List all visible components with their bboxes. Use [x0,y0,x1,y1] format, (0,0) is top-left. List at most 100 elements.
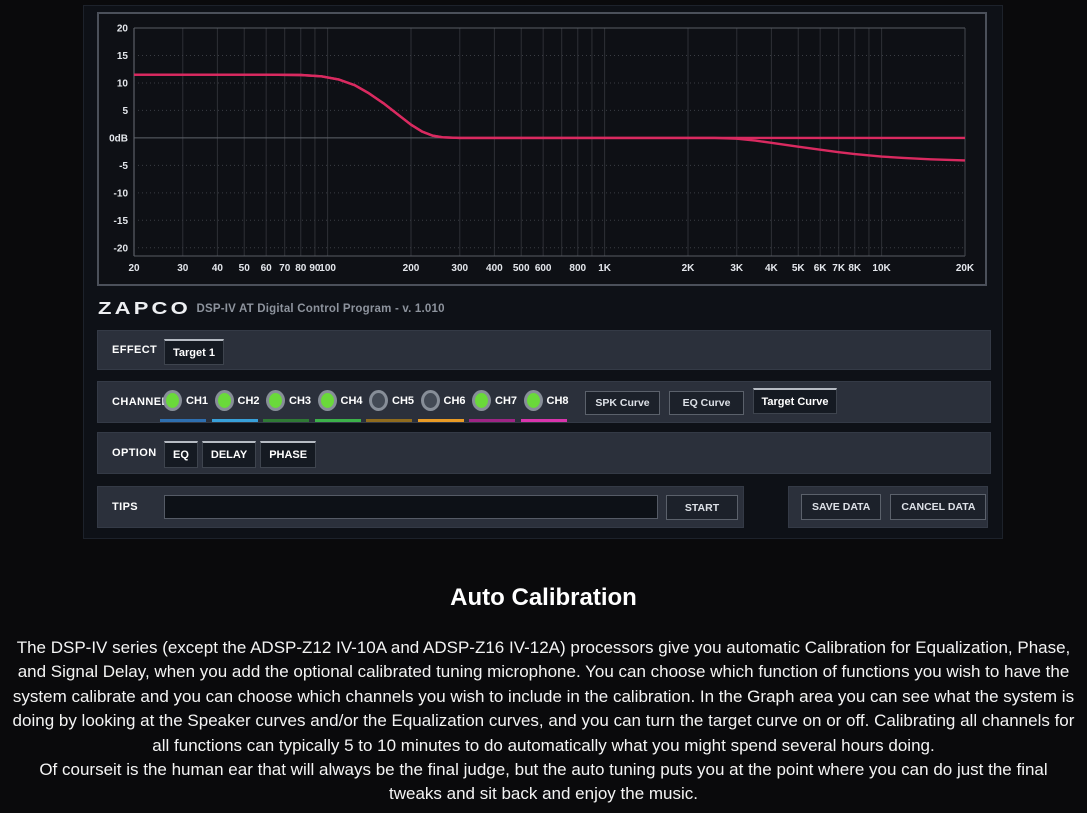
chart-svg: 20151050dB-5-10-15-202030405060708090100… [99,14,985,284]
svg-text:0dB: 0dB [109,133,128,144]
article-paragraph-2: Of courseit is the human ear that will a… [12,758,1075,807]
ch5-led-icon[interactable] [369,390,388,411]
eq-button[interactable]: EQ [164,441,198,468]
data-buttons: SAVE DATA CANCEL DATA [801,494,986,520]
svg-text:70: 70 [279,263,291,274]
tips-row: TIPS START [97,486,744,528]
dsp-control-window: 20151050dB-5-10-15-202030405060708090100… [83,5,1003,539]
svg-text:300: 300 [451,263,468,274]
channel-color-bar [418,419,464,422]
ch8-led-icon[interactable] [524,390,543,411]
channel-toggle-ch2[interactable]: CH2 [212,382,260,424]
article: Auto Calibration The DSP-IV series (exce… [0,576,1087,807]
svg-text:5K: 5K [792,263,806,274]
channel-label-text: CH1 [186,395,208,407]
svg-text:600: 600 [535,263,552,274]
channel-row: CHANNEL CH1CH2CH3CH4CH5CH6CH7CH8 SPK Cur… [97,381,991,423]
svg-text:20K: 20K [956,263,975,274]
svg-text:5: 5 [122,106,128,117]
svg-text:400: 400 [486,263,503,274]
svg-text:80: 80 [295,263,307,274]
svg-text:-15: -15 [114,216,129,227]
target1-button[interactable]: Target 1 [164,339,224,365]
svg-text:20: 20 [117,24,129,35]
svg-text:1K: 1K [598,263,612,274]
channel-color-bar [469,419,515,422]
svg-text:2K: 2K [682,263,696,274]
brand-row: ZAPCO DSP-IV AT Digital Control Program … [98,296,445,322]
save-data-button[interactable]: SAVE DATA [801,494,881,520]
start-button[interactable]: START [666,495,738,520]
option-buttons: EQDELAYPHASE [164,441,316,468]
svg-text:7K: 7K [832,263,846,274]
svg-text:4K: 4K [765,263,779,274]
channel-toggle-ch7[interactable]: CH7 [469,382,517,424]
data-panel: SAVE DATA CANCEL DATA [788,486,988,528]
channel-color-bar [263,419,309,422]
svg-text:20: 20 [128,263,140,274]
svg-text:-20: -20 [114,243,129,254]
channel-color-bar [160,419,206,422]
curve-buttons: SPK Curve EQ Curve Target Curve [585,382,837,424]
channel-label-text: CH4 [341,395,363,407]
svg-text:40: 40 [212,263,224,274]
effect-row: EFFECT Target 1 [97,330,991,370]
svg-text:8K: 8K [848,263,862,274]
channel-label-text: CH6 [444,395,466,407]
ch1-led-icon[interactable] [163,390,182,411]
svg-text:3K: 3K [730,263,744,274]
tips-label: TIPS [112,501,138,513]
svg-text:60: 60 [261,263,273,274]
channel-label-text: CH2 [238,395,260,407]
svg-text:10: 10 [117,78,129,89]
article-paragraph-1: The DSP-IV series (except the ADSP-Z12 I… [12,636,1075,758]
channel-color-bar [212,419,258,422]
svg-text:-10: -10 [114,188,129,199]
channel-label-text: CH8 [547,395,569,407]
cancel-data-button[interactable]: CANCEL DATA [890,494,986,520]
option-label: OPTION [112,447,157,459]
svg-text:10K: 10K [872,263,891,274]
svg-text:6K: 6K [814,263,828,274]
ch3-led-icon[interactable] [266,390,285,411]
tips-input[interactable] [164,495,658,519]
channel-toggle-ch5[interactable]: CH5 [366,382,414,424]
channel-color-bar [521,419,567,422]
channel-color-bar [315,419,361,422]
app-title: DSP-IV AT Digital Control Program - v. 1… [197,303,445,315]
target-curve [134,75,965,138]
channel-toggle-ch6[interactable]: CH6 [418,382,466,424]
phase-button[interactable]: PHASE [260,441,316,468]
zapco-logo: ZAPCO [98,299,191,319]
channel-label-text: CH3 [289,395,311,407]
ch4-led-icon[interactable] [318,390,337,411]
ch2-led-icon[interactable] [215,390,234,411]
frequency-response-chart: 20151050dB-5-10-15-202030405060708090100… [99,14,985,284]
option-row: OPTION EQDELAYPHASE [97,432,991,474]
svg-text:500: 500 [513,263,530,274]
target-curve-button[interactable]: Target Curve [753,388,837,414]
channel-toggle-ch3[interactable]: CH3 [263,382,311,424]
channel-label-text: CH5 [392,395,414,407]
article-title: Auto Calibration [12,584,1075,612]
svg-text:100: 100 [319,263,336,274]
svg-text:30: 30 [177,263,189,274]
ch6-led-icon[interactable] [421,390,440,411]
channel-toggle-ch8[interactable]: CH8 [521,382,569,424]
channel-label-text: CH7 [495,395,517,407]
delay-button[interactable]: DELAY [202,441,256,468]
channel-color-bar [366,419,412,422]
svg-text:15: 15 [117,51,129,62]
effect-label: EFFECT [112,344,157,356]
channel-toggle-ch4[interactable]: CH4 [315,382,363,424]
svg-text:50: 50 [239,263,251,274]
spk-curve-button[interactable]: SPK Curve [585,391,660,415]
graph-panel: 20151050dB-5-10-15-202030405060708090100… [97,12,987,286]
channel-toggle-ch1[interactable]: CH1 [160,382,208,424]
svg-text:200: 200 [403,263,420,274]
svg-text:800: 800 [569,263,586,274]
eq-curve-button[interactable]: EQ Curve [669,391,744,415]
response-curve [134,75,965,161]
svg-text:-5: -5 [119,161,128,172]
ch7-led-icon[interactable] [472,390,491,411]
